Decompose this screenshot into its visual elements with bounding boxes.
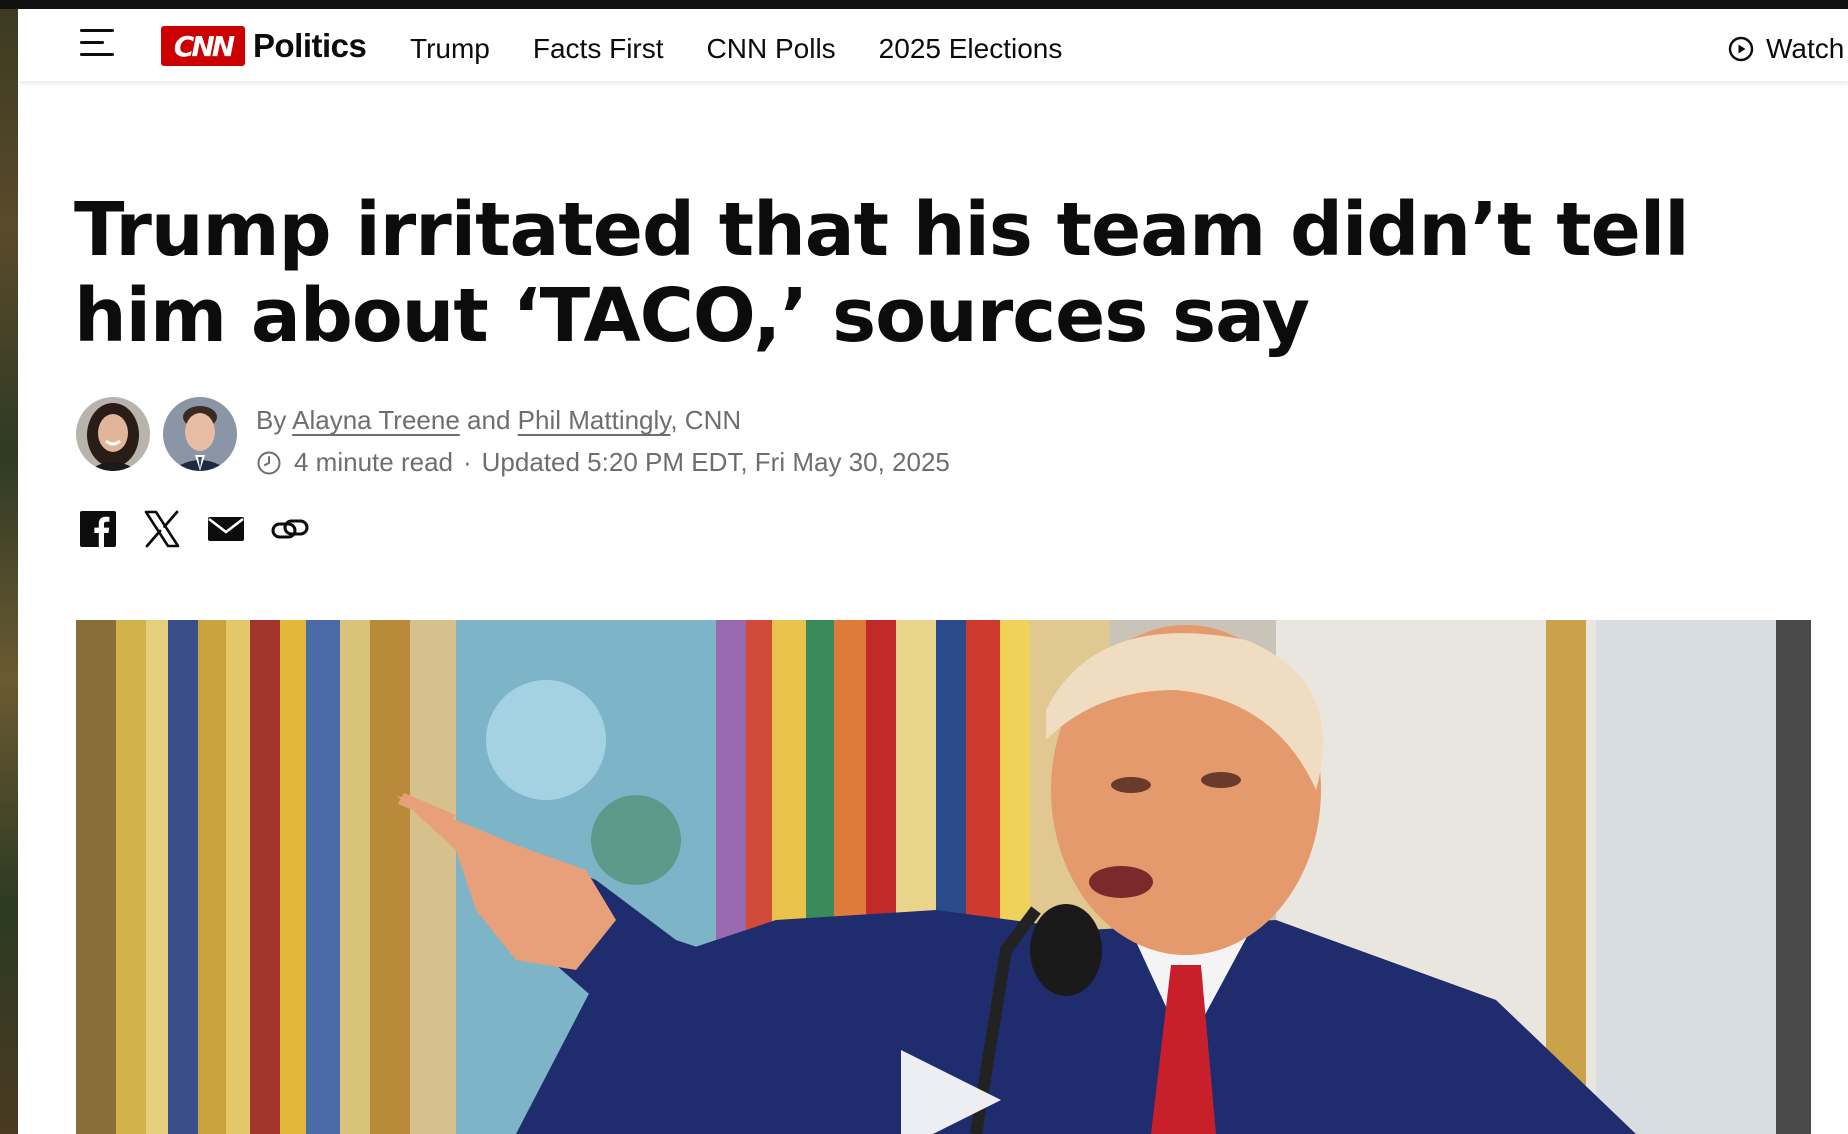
byline-outlet: , CNN — [670, 405, 742, 435]
browser-top-edge — [0, 0, 1848, 9]
x-icon[interactable] — [142, 509, 182, 549]
article-meta: 4 minute read · Updated 5:20 PM EDT, Fri… — [256, 447, 950, 478]
clock-icon — [257, 451, 281, 474]
hamburger-menu-icon[interactable] — [80, 29, 114, 57]
article-headline: Trump irritated that his team didn’t tel… — [74, 187, 1690, 359]
desktop-background — [0, 0, 18, 1134]
watch-button[interactable]: Watch — [1728, 33, 1844, 65]
play-circle-icon — [1728, 36, 1754, 62]
byline-prefix: By — [256, 405, 287, 435]
author-avatar-alayna-treene[interactable] — [76, 397, 150, 471]
nav-item-facts-first[interactable]: Facts First — [533, 33, 664, 65]
hero-image — [76, 620, 1811, 1134]
copy-link-icon[interactable] — [270, 509, 310, 549]
author-link-alayna-treene[interactable]: Alayna Treene — [292, 405, 460, 435]
section-nav: Trump Facts First CNN Polls 2025 Electio… — [410, 33, 1105, 65]
author-link-phil-mattingly[interactable]: Phil Mattingly — [518, 405, 671, 435]
cnn-logo[interactable]: CNN — [161, 26, 245, 66]
site-header: CNN Politics Trump Facts First CNN Polls… — [18, 9, 1848, 81]
updated-timestamp: Updated 5:20 PM EDT, Fri May 30, 2025 — [481, 447, 950, 477]
nav-item-trump[interactable]: Trump — [410, 33, 490, 65]
hero-video[interactable] — [76, 620, 1811, 1134]
byline-conjunction: and — [467, 405, 511, 435]
read-time: 4 minute read — [294, 447, 453, 477]
article-byline: By Alayna Treene and Phil Mattingly, CNN — [256, 405, 741, 436]
watch-label: Watch — [1766, 33, 1845, 64]
nav-item-2025-elections[interactable]: 2025 Elections — [879, 33, 1063, 65]
meta-separator: · — [462, 447, 472, 477]
section-name[interactable]: Politics — [253, 27, 367, 65]
article-page: CNN Politics Trump Facts First CNN Polls… — [18, 9, 1848, 1134]
author-avatar-phil-mattingly[interactable] — [163, 397, 237, 471]
email-icon[interactable] — [206, 509, 246, 549]
nav-item-cnn-polls[interactable]: CNN Polls — [707, 33, 836, 65]
facebook-icon[interactable] — [78, 509, 118, 549]
cnn-politics-logo[interactable]: CNN Politics — [161, 26, 367, 66]
